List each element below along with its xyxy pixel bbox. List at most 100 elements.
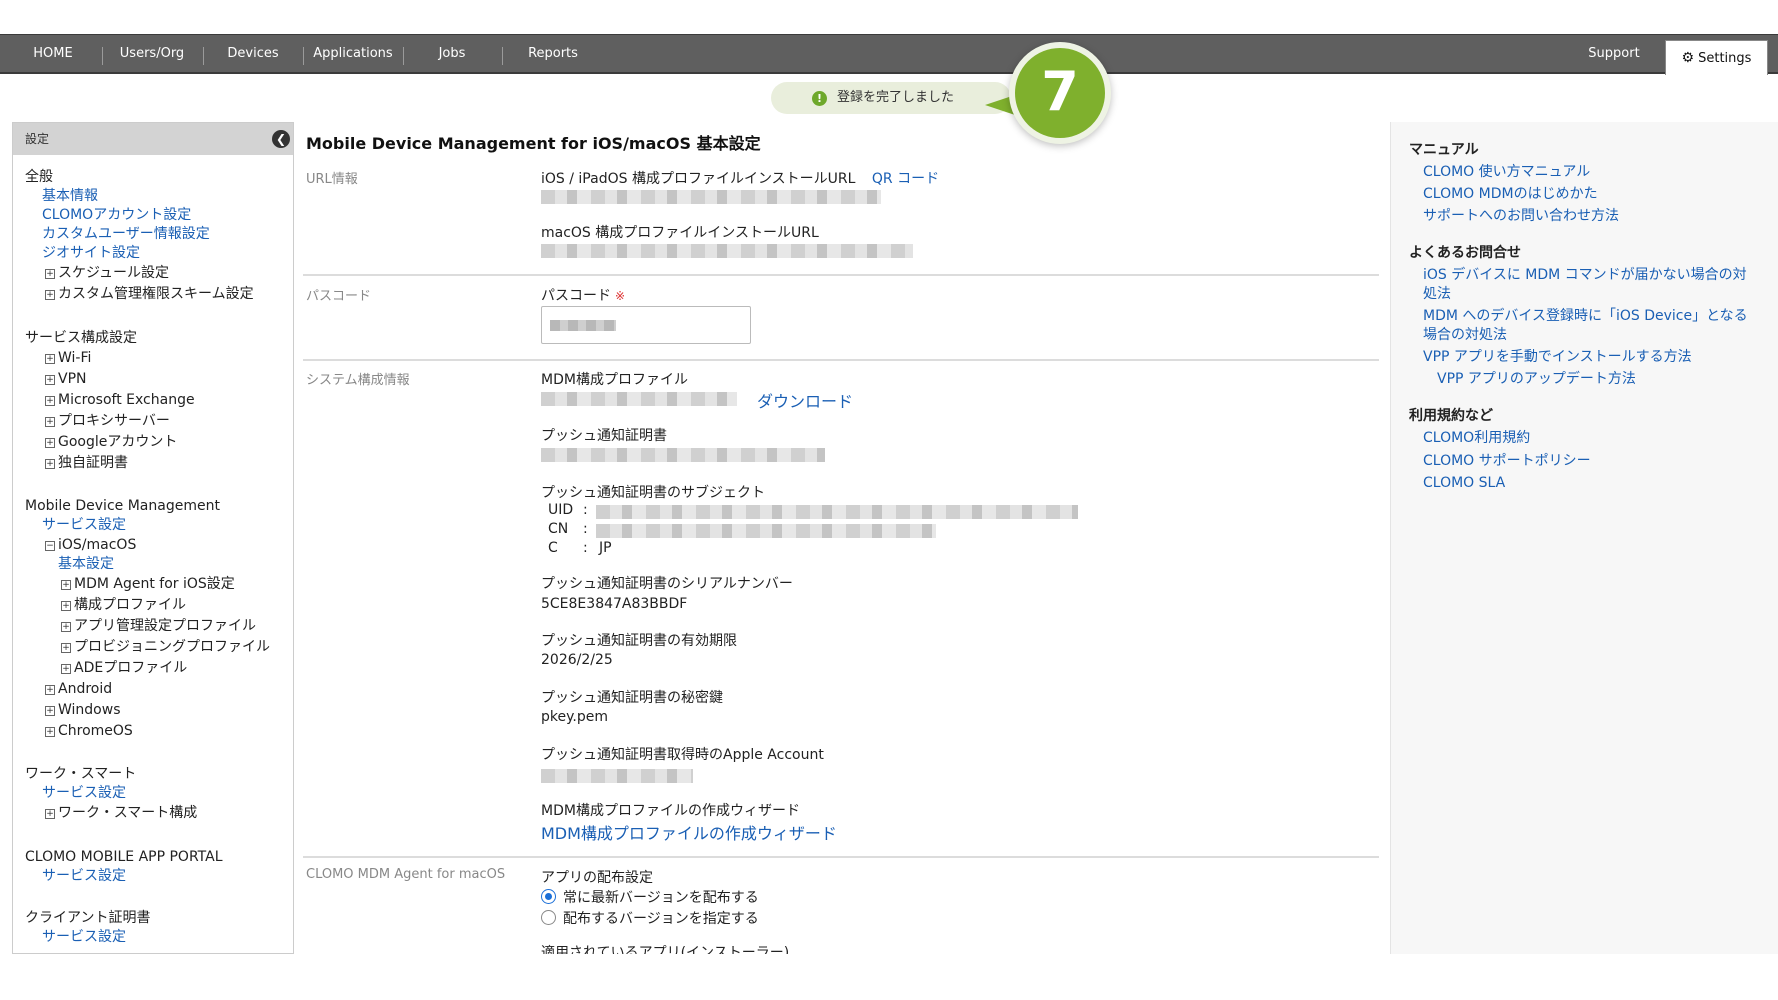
expand-icon: +	[45, 396, 55, 406]
nav-settings-tab[interactable]: ⚙ Settings	[1665, 40, 1768, 75]
sidebar-section-work-smart: ワーク・スマート	[25, 766, 137, 782]
sidebar-title: 設定	[25, 132, 50, 146]
nav-reports[interactable]: Reports	[522, 35, 584, 73]
manual-link-getting-started[interactable]: CLOMO MDMのはじめかた	[1423, 185, 1598, 204]
step-number-badge: 7	[1009, 42, 1111, 144]
sidebar-tree-schedule[interactable]: + スケジュール設定	[45, 264, 169, 282]
sidebar-tree-label: カスタム管理権限スキーム設定	[58, 286, 254, 302]
expand-icon: +	[45, 290, 55, 300]
nav-devices[interactable]: Devices	[220, 35, 286, 73]
apple-account-redacted	[541, 769, 693, 783]
sidebar-link-basic-info[interactable]: 基本情報	[42, 187, 98, 205]
sidebar-tree-label: Wi-Fi	[58, 350, 92, 366]
expand-icon: +	[61, 643, 71, 653]
expand-icon: +	[45, 706, 55, 716]
sidebar-tree-label: スケジュール設定	[58, 265, 170, 281]
sidebar-link-client-cert-service[interactable]: サービス設定	[42, 928, 126, 946]
qr-code-link[interactable]: QR コード	[872, 171, 939, 187]
sidebar-link-ios-basic[interactable]: 基本設定	[58, 555, 114, 573]
sidebar-tree-google-account[interactable]: + Googleアカウント	[45, 433, 177, 451]
terms-link-sla[interactable]: CLOMO SLA	[1423, 474, 1505, 493]
expand-icon: +	[61, 664, 71, 674]
wizard-label: MDM構成プロファイルの作成ウィザード	[541, 803, 800, 819]
macos-install-url-label: macOS 構成プロファイルインストールURL	[541, 225, 819, 241]
sidebar-tree-provisioning-profile[interactable]: + プロビジョニングプロファイル	[61, 638, 270, 656]
success-toast: ! 登録を完了しました	[771, 82, 1011, 114]
faq-link-ios-device-line2: 場合の対処法	[1423, 327, 1507, 343]
sidebar-section-client-cert: クライアント証明書	[25, 910, 151, 926]
expand-icon: +	[61, 601, 71, 611]
nav-support[interactable]: Support	[1584, 35, 1644, 73]
nav-home[interactable]: HOME	[26, 35, 80, 73]
sidebar-tree-custom-permission[interactable]: + カスタム管理権限スキーム設定	[45, 285, 254, 303]
uid-value-redacted	[596, 505, 1078, 519]
sidebar-tree-label: ADEプロファイル	[74, 660, 188, 676]
expand-icon: +	[45, 375, 55, 385]
sidebar-link-mdm-service[interactable]: サービス設定	[42, 516, 126, 534]
wizard-link[interactable]: MDM構成プロファイルの作成ウィザード	[541, 820, 837, 844]
faq-link-mdm-command[interactable]: iOS デバイスに MDM コマンドが届かない場合の対 処法	[1423, 266, 1747, 304]
sidebar-tree-label: Android	[58, 681, 113, 697]
sidebar-tree-ios-macos[interactable]: − iOS/macOS	[45, 536, 136, 554]
sidebar-tree-label: ChromeOS	[58, 723, 133, 739]
radio-latest-version[interactable]	[541, 889, 556, 904]
sidebar-tree-label: MDM Agent for iOS設定	[74, 576, 235, 592]
nav-jobs[interactable]: Jobs	[430, 35, 474, 73]
applied-app-label-clip: 適用されているアプリ(インストーラー)	[541, 938, 841, 954]
sidebar-tree-chromeos[interactable]: + ChromeOS	[45, 722, 133, 740]
sidebar-tree-custom-cert[interactable]: + 独自証明書	[45, 454, 128, 472]
passcode-masked-value	[550, 320, 616, 331]
passcode-input[interactable]	[541, 306, 751, 344]
push-cert-subject-label: プッシュ通知証明書のサブジェクト	[541, 485, 765, 501]
faq-link-mdm-command-line2: 処法	[1423, 286, 1451, 302]
faq-link-vpp-install[interactable]: VPP アプリを手動でインストールする方法	[1423, 348, 1692, 367]
sidebar-tree-label: VPN	[58, 371, 87, 387]
sidebar-link-custom-user-info[interactable]: カスタムユーザー情報設定	[42, 225, 210, 243]
radio-specify-version[interactable]	[541, 910, 556, 925]
uid-key: UID	[548, 502, 574, 518]
nav-separator	[502, 47, 503, 65]
faq-link-ios-device[interactable]: MDM へのデバイス登録時に「iOS Device」となる 場合の対処法	[1423, 307, 1748, 345]
sidebar-tree-label: プロキシサーバー	[58, 413, 170, 429]
expand-icon: +	[61, 622, 71, 632]
manual-link-usage[interactable]: CLOMO 使い方マニュアル	[1423, 163, 1590, 182]
terms-link-tos[interactable]: CLOMO利用規約	[1423, 429, 1530, 448]
expand-icon: +	[45, 727, 55, 737]
cn-key: CN	[548, 521, 569, 537]
sidebar-tree-vpn[interactable]: + VPN	[45, 370, 87, 388]
sidebar-tree-app-config-profile[interactable]: + アプリ管理設定プロファイル	[61, 617, 256, 635]
required-mark: ※	[615, 289, 626, 303]
sidebar-link-geosite[interactable]: ジオサイト設定	[42, 244, 140, 262]
download-link[interactable]: ダウンロード	[757, 388, 853, 412]
expand-icon: +	[61, 580, 71, 590]
sidebar-link-clomo-account[interactable]: CLOMOアカウント設定	[42, 206, 191, 224]
sidebar-tree-mdm-agent-ios[interactable]: + MDM Agent for iOS設定	[61, 575, 235, 593]
expand-icon: +	[45, 685, 55, 695]
sidebar-tree-label: 構成プロファイル	[74, 597, 186, 613]
expand-icon: +	[45, 354, 55, 364]
sidebar-tree-exchange[interactable]: + Microsoft Exchange	[45, 391, 195, 409]
faq-link-vpp-update[interactable]: VPP アプリのアップデート方法	[1437, 370, 1636, 389]
sidebar-link-portal-service[interactable]: サービス設定	[42, 867, 126, 885]
section-divider	[303, 359, 1379, 361]
expand-icon: +	[45, 438, 55, 448]
terms-link-support-policy[interactable]: CLOMO サポートポリシー	[1423, 452, 1591, 471]
faq-heading: よくあるお問合せ	[1409, 245, 1521, 261]
sidebar-tree-wifi[interactable]: + Wi-Fi	[45, 349, 91, 367]
sidebar-tree-android[interactable]: + Android	[45, 680, 112, 698]
nav-separator	[403, 47, 404, 65]
sidebar-tree-windows[interactable]: + Windows	[45, 701, 121, 719]
sidebar-tree-work-smart-config[interactable]: + ワーク・スマート構成	[45, 804, 197, 822]
expiry-label: プッシュ通知証明書の有効期限	[541, 633, 737, 649]
sidebar-tree-ade-profile[interactable]: + ADEプロファイル	[61, 659, 187, 677]
manual-link-support-contact[interactable]: サポートへのお問い合わせ方法	[1423, 207, 1619, 226]
collapse-sidebar-icon[interactable]: ❮	[272, 130, 290, 148]
nav-users-org[interactable]: Users/Org	[114, 35, 190, 73]
terms-heading: 利用規約など	[1409, 408, 1493, 424]
section-label-url: URL情報	[306, 172, 358, 187]
sidebar-link-work-smart-service[interactable]: サービス設定	[42, 784, 126, 802]
nav-applications[interactable]: Applications	[312, 35, 394, 73]
sidebar-tree-proxy[interactable]: + プロキシサーバー	[45, 412, 170, 430]
sidebar-section-mdm: Mobile Device Management	[25, 498, 220, 514]
sidebar-tree-config-profile[interactable]: + 構成プロファイル	[61, 596, 186, 614]
